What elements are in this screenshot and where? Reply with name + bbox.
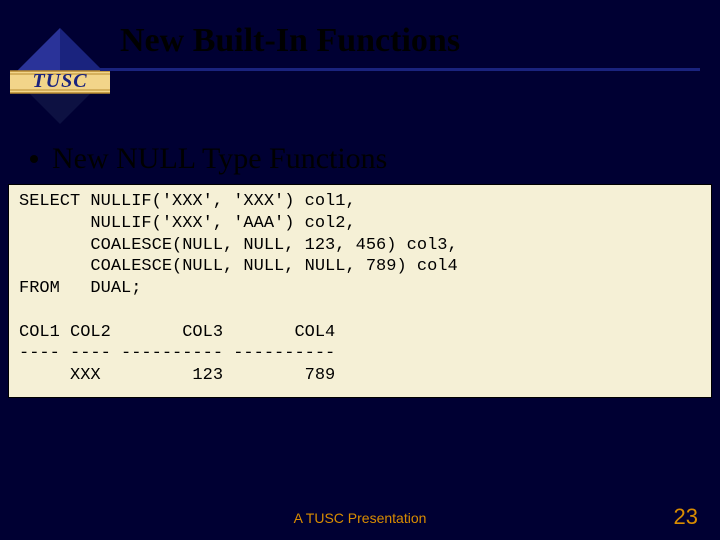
bullet-icon bbox=[30, 155, 38, 163]
footer-text: A TUSC Presentation bbox=[0, 510, 720, 526]
logo-diamond-icon: TUSC bbox=[10, 26, 110, 126]
page-number: 23 bbox=[674, 504, 698, 530]
page-title: New Built-In Functions bbox=[120, 22, 460, 60]
bullet-item: New NULL Type Functions bbox=[30, 142, 387, 176]
svg-text:TUSC: TUSC bbox=[32, 70, 87, 92]
tusc-logo: TUSC bbox=[10, 26, 110, 126]
title-underline bbox=[100, 68, 700, 71]
code-block: SELECT NULLIF('XXX', 'XXX') col1, NULLIF… bbox=[8, 184, 712, 398]
bullet-text: New NULL Type Functions bbox=[52, 142, 387, 176]
